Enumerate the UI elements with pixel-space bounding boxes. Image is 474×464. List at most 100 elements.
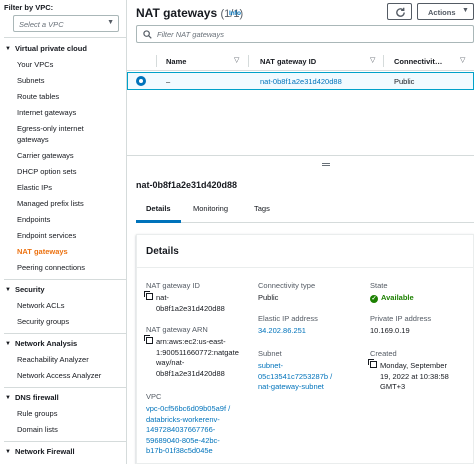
field-elastic-ip: Elastic IP address 34.202.86.251 (258, 313, 366, 337)
detail-title: nat-0b8f1a2e31d420d88 (136, 180, 238, 190)
column-separator (248, 55, 249, 67)
field-label: NAT gateway ID (146, 281, 200, 290)
field-label: VPC (146, 392, 162, 401)
field-label: Subnet (258, 349, 282, 358)
sidebar-item-security-groups[interactable]: Security groups (17, 316, 69, 327)
column-header-nat-gateway-id[interactable]: NAT gateway ID (260, 57, 316, 66)
nat-gateway-id-value: nat- 0b8f1a2e31d420d88 (156, 293, 225, 313)
divider (4, 279, 126, 280)
vpc-filter-select[interactable]: Select a VPC ▼ (13, 15, 119, 32)
elastic-ip-link[interactable]: 34.202.86.251 (258, 326, 366, 337)
cell-nat-gateway-id[interactable]: nat-0b8f1a2e31d420d88 (260, 77, 342, 86)
divider (137, 267, 474, 268)
field-state: State ✓ Available (370, 280, 474, 304)
field-label: Connectivity type (258, 281, 316, 290)
resize-handle-icon[interactable] (322, 163, 330, 166)
info-link[interactable]: Info (229, 10, 241, 17)
field-label: Elastic IP address (258, 314, 318, 323)
collapse-triangle-icon: ▼ (5, 449, 11, 455)
sidebar-item-rule-groups[interactable]: Rule groups (17, 408, 57, 419)
section-network-analysis[interactable]: ▼ Network Analysis (5, 339, 77, 348)
column-header-connectivity[interactable]: Connectivit… (394, 57, 442, 66)
sidebar-item-managed-prefix-lists[interactable]: Managed prefix lists (17, 198, 84, 209)
vpc-filter-label: Filter by VPC: (4, 3, 54, 12)
column-separator (156, 55, 157, 67)
divider (4, 387, 126, 388)
sidebar-item-peering-connections[interactable]: Peering connections (17, 262, 85, 273)
tab-tags[interactable]: Tags (254, 204, 270, 213)
sort-icon[interactable]: ▽ (234, 56, 239, 64)
sidebar-item-network-acls[interactable]: Network ACLs (17, 300, 65, 311)
collapse-triangle-icon: ▼ (5, 46, 11, 52)
tab-details[interactable]: Details (146, 204, 171, 213)
section-dns-firewall[interactable]: ▼ DNS firewall (5, 393, 59, 402)
section-virtual-private-cloud[interactable]: ▼ Virtual private cloud (5, 44, 87, 53)
connectivity-type-value: Public (258, 293, 279, 302)
sidebar-item-egress-only-internet-gateways[interactable]: Egress-only internet gateways (17, 123, 117, 145)
divider (4, 333, 126, 334)
state-value: Available (381, 293, 414, 302)
sidebar-item-reachability-analyzer[interactable]: Reachability Analyzer (17, 354, 89, 365)
section-network-firewall[interactable]: ▼ Network Firewall (5, 447, 75, 456)
cell-name: – (166, 77, 171, 86)
cell-connectivity: Public (394, 77, 415, 86)
sidebar-item-internet-gateways[interactable]: Internet gateways (17, 107, 76, 118)
card-title: Details (146, 246, 179, 257)
field-private-ip: Private IP address 10.169.0.19 (370, 313, 474, 337)
vpc-filter-placeholder: Select a VPC (19, 20, 64, 29)
search-input[interactable]: Filter NAT gateways (136, 25, 474, 43)
details-card: Details NAT gateway ID nat- 0b8f1a2e31d4… (136, 234, 474, 464)
tab-monitoring[interactable]: Monitoring (193, 204, 228, 213)
sidebar-item-carrier-gateways[interactable]: Carrier gateways (17, 150, 74, 161)
status-success-icon: ✓ (370, 295, 378, 303)
nat-gateway-arn-value: arn:aws:ec2:us-east- 1:900511660772:natg… (156, 337, 239, 378)
active-tab-indicator (136, 220, 181, 223)
column-separator (383, 55, 384, 67)
detail-tabs: Details Monitoring Tags (136, 197, 474, 223)
refresh-button[interactable] (387, 3, 412, 20)
sidebar-item-subnets[interactable]: Subnets (17, 75, 45, 86)
field-nat-gateway-arn: NAT gateway ARN arn:aws:ec2:us-east- 1:9… (144, 324, 254, 379)
caret-down-icon: ▼ (462, 7, 469, 14)
field-label: State (370, 281, 388, 290)
copy-icon[interactable] (144, 335, 153, 344)
private-ip-value: 10.169.0.19 (370, 326, 410, 335)
row-select-radio[interactable] (136, 76, 146, 86)
sidebar-item-endpoint-services[interactable]: Endpoint services (17, 230, 76, 241)
search-placeholder: Filter NAT gateways (157, 30, 224, 39)
chevron-down-icon: ▼ (107, 19, 114, 26)
sort-icon[interactable]: ▽ (460, 56, 465, 64)
sidebar-item-dhcp-option-sets[interactable]: DHCP option sets (17, 166, 76, 177)
page-title: NAT gateways (1/1) (136, 6, 244, 20)
sidebar-item-domain-lists[interactable]: Domain lists (17, 424, 58, 435)
field-vpc: VPC vpc-0cf56bc6d09b05a9f / databricks-w… (146, 391, 254, 457)
vpc-link[interactable]: vpc-0cf56bc6d09b05a9f / databricks-worke… (146, 404, 254, 457)
collapse-triangle-icon: ▼ (5, 341, 11, 347)
field-label: NAT gateway ARN (146, 325, 208, 334)
copy-icon[interactable] (144, 291, 153, 300)
section-security[interactable]: ▼ Security (5, 285, 45, 294)
divider (4, 37, 126, 38)
sidebar-item-your-vpcs[interactable]: Your VPCs (17, 59, 53, 70)
field-label: Created (370, 349, 397, 358)
copy-icon[interactable] (368, 359, 377, 368)
field-nat-gateway-id: NAT gateway ID nat- 0b8f1a2e31d420d88 (144, 280, 254, 314)
split-divider (127, 155, 474, 156)
sidebar: Filter by VPC: Select a VPC ▼ ▼ Virtual p… (0, 0, 127, 464)
actions-button-label: Actions (428, 8, 456, 17)
sort-icon[interactable]: ▽ (370, 56, 375, 64)
field-connectivity-type: Connectivity type Public (258, 280, 366, 304)
sidebar-item-elastic-ips[interactable]: Elastic IPs (17, 182, 52, 193)
sidebar-item-endpoints[interactable]: Endpoints (17, 214, 50, 225)
table-row[interactable]: – nat-0b8f1a2e31d420d88 Public (127, 72, 474, 90)
subnet-link[interactable]: subnet- 05c13541c7253287b / nat-gateway-… (258, 361, 366, 393)
field-label: Private IP address (370, 314, 432, 323)
sidebar-item-network-access-analyzer[interactable]: Network Access Analyzer (17, 370, 101, 381)
sidebar-item-nat-gateways[interactable]: NAT gateways (17, 246, 68, 257)
actions-button[interactable]: Actions ▼ (417, 3, 474, 20)
column-header-name[interactable]: Name (166, 57, 186, 66)
refresh-icon (396, 7, 405, 17)
collapse-triangle-icon: ▼ (5, 395, 11, 401)
search-icon (143, 30, 152, 39)
sidebar-item-route-tables[interactable]: Route tables (17, 91, 59, 102)
